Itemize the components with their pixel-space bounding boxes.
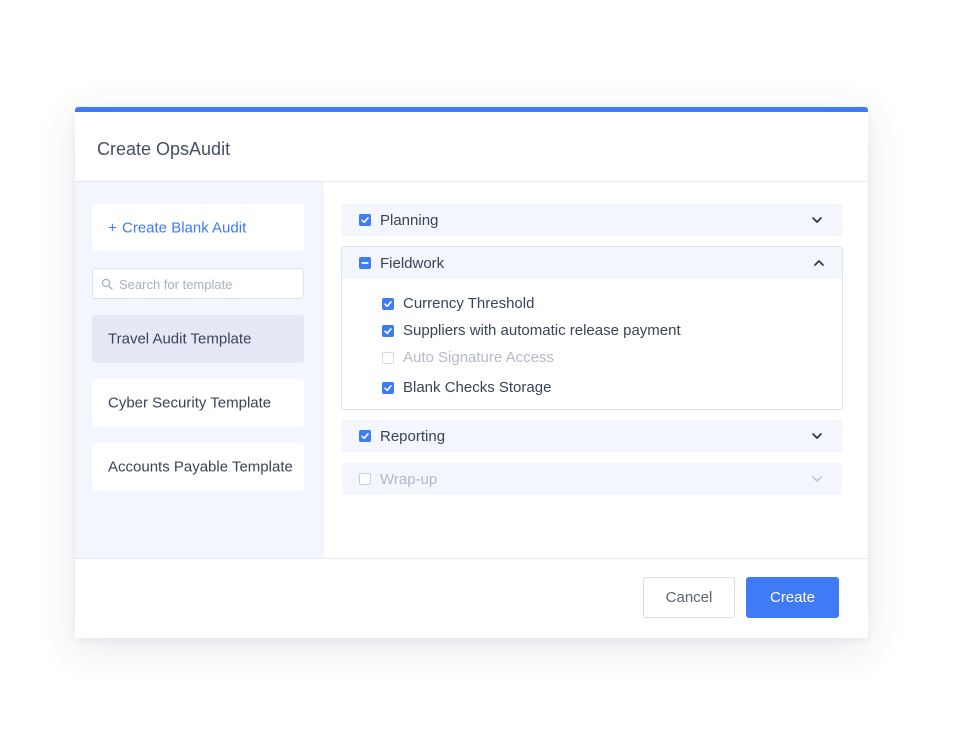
- item-checkbox[interactable]: [382, 298, 394, 310]
- section-reporting[interactable]: Reporting: [342, 420, 842, 452]
- item-checkbox: [382, 352, 394, 364]
- check-icon: [384, 300, 392, 308]
- template-sidebar: + Create Blank Audit Travel Audit Templa…: [75, 182, 324, 558]
- fieldwork-item-auto-signature-access: Auto Signature Access: [382, 348, 822, 368]
- section-planning[interactable]: Planning: [342, 204, 842, 236]
- chevron-up-icon[interactable]: [813, 257, 825, 269]
- fieldwork-item-currency-threshold[interactable]: Currency Threshold: [382, 294, 822, 314]
- minus-icon: [361, 262, 369, 264]
- section-label: Fieldwork: [380, 255, 445, 272]
- dialog-header: Create OpsAudit: [75, 112, 868, 182]
- search-input[interactable]: [119, 273, 299, 295]
- create-blank-audit-label: Create Blank Audit: [122, 219, 247, 236]
- search-icon: [101, 278, 113, 290]
- fieldwork-checkbox[interactable]: [359, 257, 371, 269]
- item-label: Currency Threshold: [403, 295, 535, 312]
- chevron-down-icon: [812, 476, 822, 482]
- planning-checkbox[interactable]: [359, 214, 371, 226]
- section-label: Wrap-up: [380, 471, 438, 488]
- check-icon: [361, 432, 369, 440]
- fieldwork-item-blank-checks-storage[interactable]: Blank Checks Storage: [382, 378, 822, 398]
- sections-panel: Planning Fieldwork Currency Threshold Su…: [324, 182, 868, 558]
- item-checkbox[interactable]: [382, 325, 394, 337]
- section-fieldwork: Fieldwork Currency Threshold Suppliers w…: [341, 246, 843, 410]
- check-icon: [384, 327, 392, 335]
- section-label: Planning: [380, 212, 439, 229]
- item-label: Auto Signature Access: [403, 349, 554, 366]
- template-item-cyber-security[interactable]: Cyber Security Template: [92, 379, 304, 427]
- item-label: Suppliers with automatic release payment: [403, 322, 681, 339]
- template-item-label: Cyber Security Template: [108, 394, 272, 412]
- fieldwork-item-suppliers-release-payment[interactable]: Suppliers with automatic release payment: [382, 321, 822, 341]
- dialog-footer: Cancel Create: [75, 558, 868, 638]
- template-item-accounts-payable[interactable]: Accounts Payable Template: [92, 443, 304, 491]
- section-wrapup: Wrap-up: [342, 463, 842, 495]
- create-opsaudit-dialog: Create OpsAudit + Create Blank Audit Tra…: [75, 107, 868, 638]
- template-search: [92, 268, 304, 299]
- item-label: Blank Checks Storage: [403, 379, 552, 396]
- create-blank-audit-button[interactable]: + Create Blank Audit: [92, 204, 304, 251]
- section-label: Reporting: [380, 428, 446, 445]
- cancel-button[interactable]: Cancel: [643, 577, 735, 618]
- check-icon: [384, 384, 392, 392]
- dialog-title: Create OpsAudit: [97, 139, 231, 159]
- wrapup-checkbox: [359, 473, 371, 485]
- reporting-checkbox[interactable]: [359, 430, 371, 442]
- check-icon: [361, 216, 369, 224]
- plus-icon: +: [108, 219, 117, 236]
- item-checkbox[interactable]: [382, 382, 394, 394]
- template-item-label: Travel Audit Template: [108, 330, 252, 348]
- chevron-down-icon[interactable]: [811, 430, 823, 442]
- template-item-label: Accounts Payable Template: [108, 458, 293, 476]
- chevron-down-icon[interactable]: [811, 214, 823, 226]
- template-item-travel-audit[interactable]: Travel Audit Template: [92, 315, 304, 363]
- create-button[interactable]: Create: [746, 577, 839, 618]
- section-fieldwork-header[interactable]: Fieldwork: [342, 247, 842, 279]
